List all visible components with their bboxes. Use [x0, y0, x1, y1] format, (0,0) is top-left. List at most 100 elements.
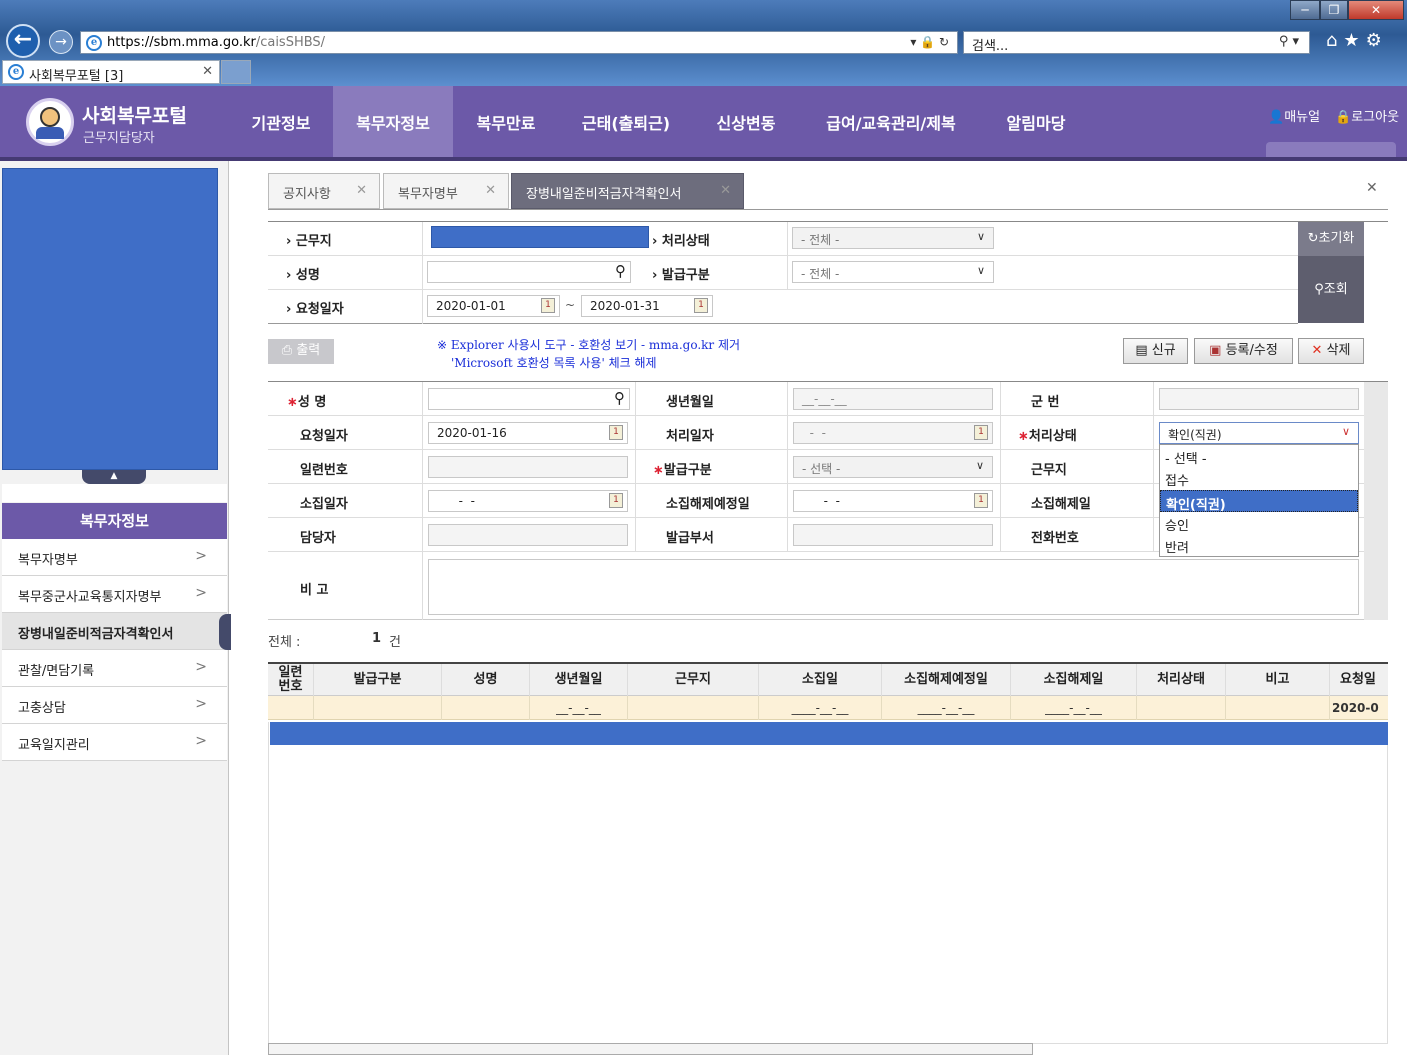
grid-header: 일련 번호 발급구분 성명 생년월일 근무지 소집일 소집해제예정일 소집해제일… — [268, 662, 1388, 696]
sidebar-item-observation[interactable]: 관찰/면담기록 > — [2, 650, 227, 687]
grid-header-cell[interactable]: 소집해제예정일 — [882, 664, 1011, 696]
date-to-input[interactable]: 2020-01-31 1 — [581, 295, 713, 317]
delete-button[interactable]: ✕ 삭제 — [1298, 338, 1364, 364]
grid-header-cell[interactable]: 처리상태 — [1137, 664, 1226, 696]
forward-button[interactable]: → — [49, 30, 73, 54]
tab-savings-certificate[interactable]: 장병내일준비적금자격확인서 ✕ — [511, 173, 744, 209]
search-icon[interactable]: ⚲ ▾ — [1279, 34, 1299, 49]
calendar-icon[interactable]: 1 — [694, 298, 708, 313]
grid-header-cell[interactable]: 일련 번호 — [268, 664, 314, 696]
search-icon[interactable]: ⚲ — [615, 262, 626, 280]
browser-search[interactable]: 검색... ⚲ ▾ — [963, 31, 1310, 54]
grid-selected-row[interactable] — [270, 722, 1388, 745]
grid-header-cell[interactable]: 발급구분 — [314, 664, 442, 696]
close-icon[interactable]: ✕ — [720, 183, 731, 198]
sidebar-item-savings-certificate[interactable]: 장병내일준비적금자격확인서 — [2, 613, 227, 650]
reset-button[interactable]: ↻초기화 — [1298, 222, 1364, 256]
tab-close-icon[interactable]: ✕ — [202, 64, 213, 79]
close-all-tabs-icon[interactable]: ✕ — [1366, 180, 1378, 196]
back-button[interactable]: ← — [6, 24, 40, 58]
sidebar-item-counseling[interactable]: 고충상담 > — [2, 687, 227, 724]
manual-link[interactable]: 👤매뉴얼 — [1268, 106, 1320, 125]
search-workplace-field[interactable] — [431, 226, 649, 248]
sidebar-collapse-handle[interactable]: ▲ — [82, 470, 146, 484]
date-from-input[interactable]: 2020-01-01 1 — [427, 295, 560, 317]
sidebar-item-label: 고충상담 — [18, 701, 66, 716]
grid-header-cell[interactable]: 소집일 — [759, 664, 882, 696]
birth-input[interactable]: __-__-__ — [793, 388, 993, 410]
search-name-input[interactable]: ⚲ — [427, 261, 631, 283]
call-date-input[interactable]: - -1 — [428, 490, 628, 512]
tab-roster[interactable]: 복무자명부 ✕ — [383, 173, 509, 209]
serial-input[interactable] — [428, 456, 628, 478]
save-button[interactable]: ▣ 등록/수정 — [1194, 338, 1293, 364]
grid-header-cell[interactable]: 요청일 — [1330, 664, 1388, 696]
new-tab-button[interactable] — [221, 60, 251, 84]
process-date-input[interactable]: - -1 — [793, 422, 993, 444]
minimize-button[interactable]: ─ — [1290, 0, 1320, 20]
table-row[interactable]: __-__-__ ____-__-__ ____-__-__ ____-__-_… — [268, 696, 1388, 720]
grid-header-cell[interactable]: 생년월일 — [530, 664, 628, 696]
issue-dept-input[interactable] — [793, 524, 993, 546]
name-input[interactable]: ⚲ — [428, 388, 630, 410]
release-plan-input[interactable]: - -1 — [793, 490, 993, 512]
sidebar-item-military-edu[interactable]: 복무중군사교육통지자명부 > — [2, 576, 227, 613]
status-option[interactable]: 승인 — [1160, 512, 1358, 534]
status-option[interactable]: 반려 — [1160, 534, 1358, 556]
issue-type-select[interactable]: - 선택 - ∨ — [793, 456, 993, 478]
status-select[interactable]: 확인(직권) ∨ — [1159, 422, 1359, 444]
calendar-icon[interactable]: 1 — [974, 493, 988, 508]
print-button[interactable]: ⎙ 출력 — [268, 339, 334, 364]
horizontal-scrollbar[interactable] — [268, 1043, 1033, 1055]
magnifier-icon: ⚲ — [1314, 282, 1324, 297]
army-no-input[interactable] — [1159, 388, 1359, 410]
close-icon[interactable]: ✕ — [356, 183, 367, 198]
status-option[interactable]: 접수 — [1160, 467, 1358, 489]
menu-agency-info[interactable]: 기관정보 — [235, 86, 327, 161]
logout-link[interactable]: 🔒로그아웃 — [1335, 106, 1399, 125]
search-icon[interactable]: ⚲ — [614, 389, 625, 407]
menu-pay-education[interactable]: 급여/교육관리/제복 — [805, 86, 977, 161]
menu-status-change[interactable]: 신상변동 — [700, 86, 792, 161]
menu-notice-board[interactable]: 알림마당 — [990, 86, 1082, 161]
calendar-icon[interactable]: 1 — [541, 298, 555, 313]
close-icon[interactable]: ✕ — [485, 183, 496, 198]
menu-serviceman-info[interactable]: 복무자정보 — [333, 86, 453, 161]
browser-tab[interactable]: e 사회복무포털 [3] ✕ — [2, 60, 220, 84]
status-option[interactable]: - 선택 - — [1160, 445, 1358, 467]
grid-cell: ____-__-__ — [882, 696, 1011, 720]
calendar-icon[interactable]: 1 — [609, 493, 623, 508]
calendar-icon[interactable]: 1 — [609, 425, 623, 440]
close-window-button[interactable]: ✕ — [1348, 0, 1404, 20]
sidebar-item-roster[interactable]: 복무자명부 > — [2, 539, 227, 576]
logout-label: 로그아웃 — [1351, 110, 1400, 125]
request-date-input[interactable]: 2020-01-16 1 — [428, 422, 628, 444]
sidebar-item-edu-log[interactable]: 교육일지관리 > — [2, 724, 227, 761]
grid-header-cell[interactable]: 근무지 — [628, 664, 759, 696]
status-dropdown-list[interactable]: - 선택 - 접수 확인(직권) 승인 반려 — [1159, 444, 1359, 557]
grid-header-cell[interactable]: 비고 — [1226, 664, 1330, 696]
tab-underline — [268, 209, 1388, 210]
calendar-icon[interactable]: 1 — [974, 425, 988, 440]
remark-textarea[interactable] — [428, 559, 1359, 615]
tab-notice[interactable]: 공지사항 ✕ — [268, 173, 380, 209]
menu-attendance[interactable]: 근태(출퇴근) — [563, 86, 689, 161]
status-option-selected[interactable]: 확인(직권) — [1160, 490, 1358, 513]
maximize-button[interactable]: ❐ — [1320, 0, 1348, 20]
grid-header-cell[interactable]: 성명 — [442, 664, 530, 696]
address-bar[interactable]: e https://sbm.mma.go.kr/caisSHBS/ ▾ 🔒 ↻ — [80, 31, 958, 54]
name-label: ∗성 명 — [287, 395, 327, 410]
search-status-select[interactable]: - 전체 - ∨ — [792, 227, 994, 249]
search-button[interactable]: ⚲조회 — [1298, 256, 1364, 323]
grid-header-cell[interactable]: 소집해제일 — [1011, 664, 1137, 696]
army-no-label: 군 번 — [1031, 395, 1060, 410]
search-issue-type-label: › 발급구분 — [652, 268, 710, 283]
detail-form-scrollbar[interactable] — [1364, 382, 1388, 620]
address-controls-icon[interactable]: ▾ 🔒 ↻ — [910, 35, 949, 49]
menu-service-end[interactable]: 복무만료 — [460, 86, 552, 161]
manager-input[interactable] — [428, 524, 628, 546]
search-issue-type-select[interactable]: - 전체 - ∨ — [792, 261, 994, 283]
home-favorites-settings-icons[interactable]: ⌂★⚙ — [1326, 30, 1388, 51]
site-title[interactable]: 사회복무포털 — [82, 101, 187, 128]
new-button[interactable]: ▤ 신규 — [1123, 338, 1188, 364]
